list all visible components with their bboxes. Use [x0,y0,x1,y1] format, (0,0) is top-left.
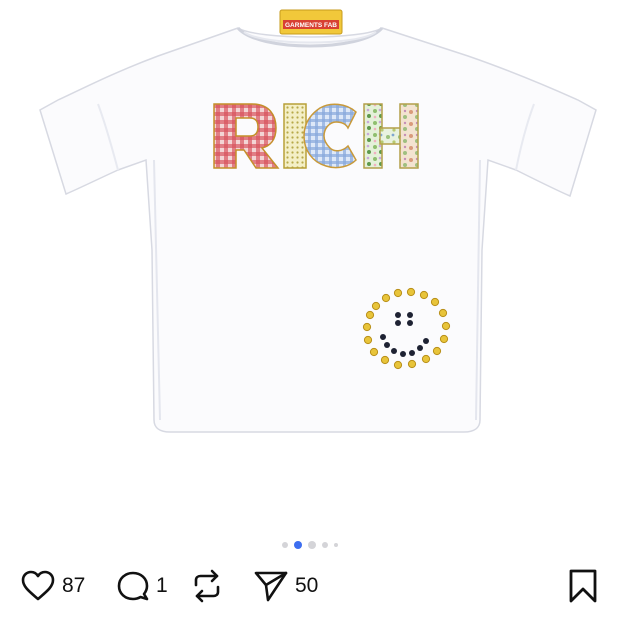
carousel-dot[interactable] [308,541,316,549]
svg-text:GARMENTS FAB: GARMENTS FAB [285,22,337,29]
repost-icon [194,569,220,603]
carousel-dot[interactable] [322,542,328,548]
carousel-dot[interactable] [334,543,338,547]
carousel-indicator [0,540,620,550]
comment-icon [117,571,149,601]
heart-icon [21,570,55,601]
like-button[interactable]: 87 [20,566,85,606]
carousel-dot[interactable] [282,542,288,548]
comment-count: 1 [156,574,168,597]
send-icon [254,571,288,602]
tshirt-illustration: GARMENTS FAB [39,9,597,433]
post-image[interactable]: GARMENTS FAB [0,0,620,530]
neck-label: GARMENTS FAB [279,9,343,35]
carousel-dot-active[interactable] [294,541,302,549]
comment-button[interactable]: 1 [116,566,168,606]
post-actions-bar: 87 1 50 [0,566,620,606]
like-count: 87 [62,574,86,597]
save-button[interactable] [566,566,600,606]
repost-button[interactable] [190,566,224,606]
bookmark-icon [569,569,597,603]
share-button[interactable]: 50 [253,566,318,606]
share-count: 50 [295,574,319,597]
